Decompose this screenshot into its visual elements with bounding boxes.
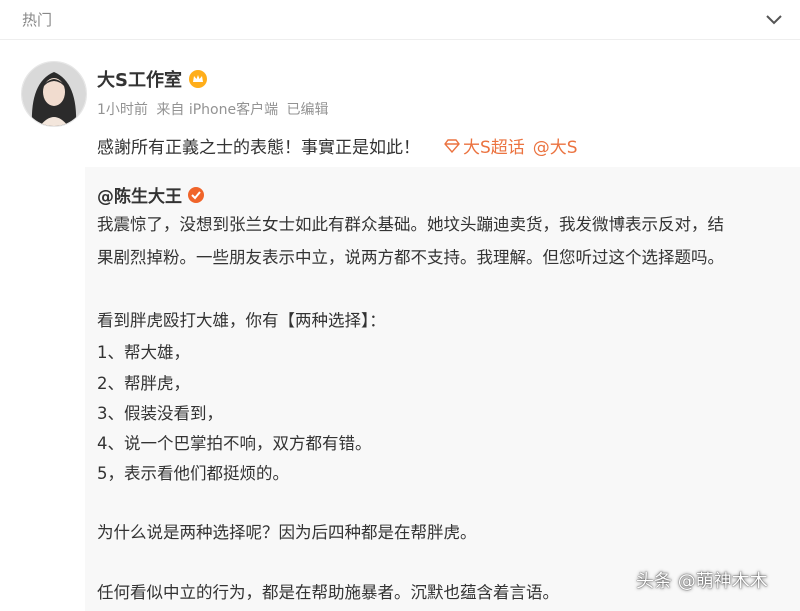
crown-badge-icon [188, 70, 207, 88]
repost-author-row[interactable]: @陈生大王 [97, 182, 205, 207]
repost-line: 为什么说是两种选择呢？因为后四种都是在帮胖虎。 [97, 523, 477, 542]
author-name[interactable]: 大S工作室 [97, 66, 182, 92]
post-meta: 1小时前 来自 iPhone客户端 已编辑 [97, 99, 333, 119]
edited-label[interactable]: 已编辑 [287, 102, 329, 118]
verified-badge-icon [188, 186, 204, 203]
repost-line: 5，表示看他们都挺烦的。 [97, 464, 289, 483]
repost-line: 我震惊了，没想到张兰女士如此有群众基础。她坟头蹦迪卖货，我发微博表示反对，结 [97, 215, 724, 234]
repost-line: 1、帮大雄， [97, 343, 190, 362]
topic-label: 大S超话 [463, 138, 525, 158]
hot-header: 热门 [0, 0, 800, 40]
section-title: 热门 [22, 11, 53, 29]
repost-author[interactable]: @陈生大王 [97, 182, 182, 207]
post-source: 来自 iPhone客户端 [156, 102, 279, 118]
diamond-icon [444, 138, 460, 153]
repost-card: @陈生大王 我震惊了，没想到张兰女士如此有群众基础。她坟头蹦迪卖货，我发微博表示… [85, 167, 800, 611]
avatar[interactable] [21, 61, 87, 127]
chevron-down-icon[interactable] [763, 8, 785, 30]
repost-line: 任何看似中立的行为，都是在帮助施暴者。沉默也蕴含着言语。 [97, 583, 559, 602]
author-row: 大S工作室 [97, 66, 208, 92]
topic-link[interactable]: 大S超话 [444, 133, 525, 158]
repost-line: 2、帮胖虎， [97, 374, 190, 393]
mention-link[interactable]: @大S [533, 133, 578, 158]
repost-line: 3、假装没看到， [97, 404, 223, 423]
post-text: 感謝所有正義之士的表態！事實正是如此！ 大S超话 @大S [97, 133, 578, 158]
post-time[interactable]: 1小时前 [97, 102, 148, 118]
repost-line: 4、说一个巴掌拍不响，双方都有错。 [97, 434, 372, 453]
repost-line: 看到胖虎殴打大雄，你有【两种选择】： [97, 311, 386, 330]
repost-line: 果剧烈掉粉。一些朋友表示中立，说两方都不支持。我理解。但您听过这个选择题吗。 [97, 248, 724, 267]
watermark: 头条 @萌神木木 [636, 571, 768, 592]
post-body: 感謝所有正義之士的表態！事實正是如此！ [97, 138, 420, 158]
